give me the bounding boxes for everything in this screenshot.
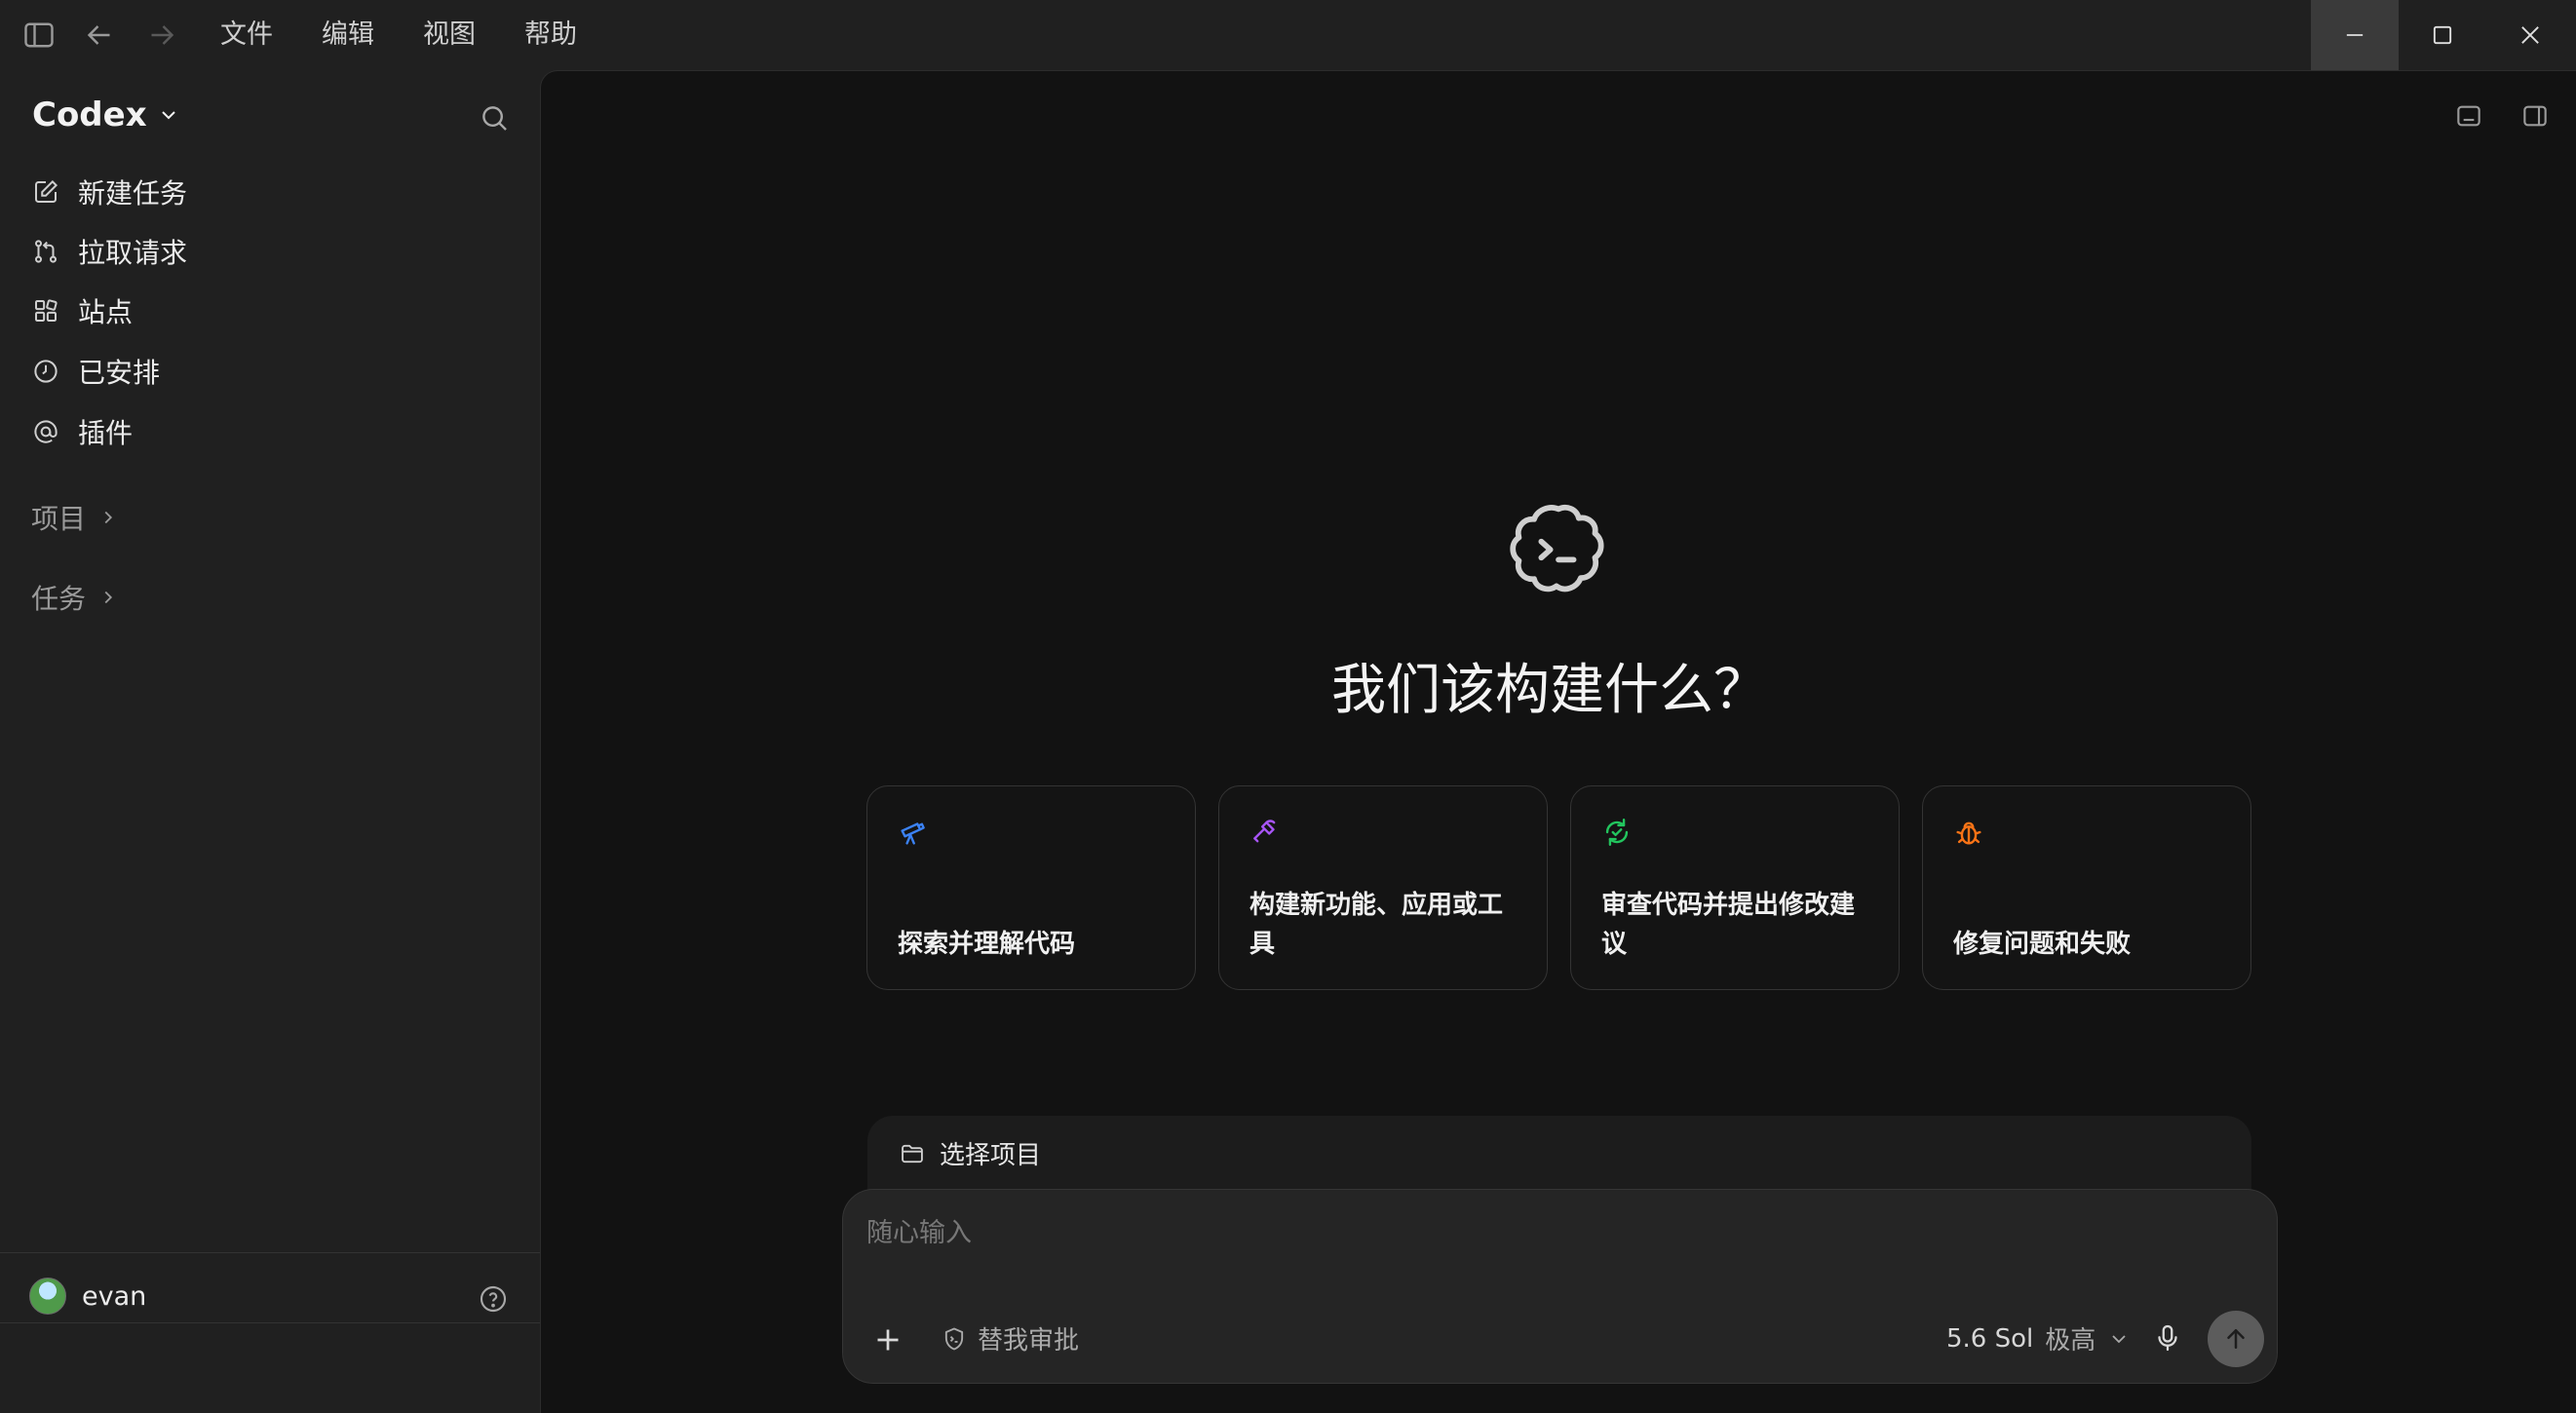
card-label: 构建新功能、应用或工具 bbox=[1250, 891, 1504, 959]
user-profile[interactable]: evan bbox=[29, 1278, 146, 1315]
sidebar-item-scheduled[interactable]: 已安排 bbox=[31, 348, 160, 395]
plus-icon bbox=[877, 1329, 899, 1351]
add-attachment-button[interactable] bbox=[870, 1322, 905, 1357]
hammer-icon bbox=[1249, 816, 1282, 849]
maximize-button[interactable] bbox=[2399, 0, 2486, 70]
menu-file[interactable]: 文件 bbox=[220, 17, 273, 54]
suggestion-card-build[interactable]: 构建新功能、应用或工具 bbox=[1218, 785, 1548, 990]
side-panel-toggle-icon[interactable] bbox=[2519, 100, 2551, 132]
codex-logo-icon bbox=[1507, 499, 1610, 600]
arrow-up-icon bbox=[2227, 1329, 2245, 1349]
section-tasks[interactable]: 任务 bbox=[31, 576, 119, 619]
menu-edit[interactable]: 编辑 bbox=[322, 17, 374, 54]
sidebar: Codex 新建任务 拉取请求 站点 已安排 插件 项目 任务 bbox=[0, 70, 540, 1413]
brand-name: Codex bbox=[32, 95, 147, 134]
minimize-icon bbox=[2346, 34, 2364, 36]
chevron-down-icon bbox=[2112, 1334, 2126, 1343]
send-button[interactable] bbox=[2208, 1311, 2264, 1367]
chevron-right-icon bbox=[104, 591, 113, 604]
menu-help[interactable]: 帮助 bbox=[524, 17, 577, 54]
forward-arrow-icon[interactable] bbox=[144, 18, 179, 53]
section-projects[interactable]: 项目 bbox=[31, 496, 119, 539]
suggestion-card-review[interactable]: 审查代码并提出修改建议 bbox=[1570, 785, 1900, 990]
model-name: 5.6 Sol bbox=[1946, 1323, 2034, 1354]
maximize-icon bbox=[2433, 25, 2452, 45]
chevron-right-icon bbox=[104, 511, 113, 524]
sidebar-item-label: 拉取请求 bbox=[78, 237, 188, 269]
edit-icon bbox=[35, 179, 58, 203]
project-selector-label: 选择项目 bbox=[940, 1141, 1042, 1170]
codex-app-window: 文件 编辑 视图 帮助 Codex 新建任务 拉取请求 站点 已安排 插件 项目… bbox=[0, 0, 2576, 1413]
page-title: 我们该构建什么？ bbox=[1331, 659, 1768, 722]
shield-terminal-icon bbox=[944, 1327, 964, 1350]
microphone-icon[interactable] bbox=[2151, 1321, 2184, 1355]
composer: 替我审批 5.6 Sol 极高 bbox=[842, 1189, 2278, 1384]
sidebar-item-new-task[interactable]: 新建任务 bbox=[31, 169, 187, 215]
sidebar-bottom-divider bbox=[0, 1252, 540, 1253]
suggestion-card-fix[interactable]: 修复问题和失败 bbox=[1922, 785, 2251, 990]
card-label: 审查代码并提出修改建议 bbox=[1601, 891, 1856, 959]
git-pull-request-icon bbox=[35, 240, 57, 263]
sites-grid-icon bbox=[35, 299, 58, 322]
workspace-switcher[interactable]: Codex bbox=[32, 95, 180, 134]
approval-mode-button[interactable]: 替我审批 bbox=[941, 1320, 1079, 1356]
close-button[interactable] bbox=[2486, 0, 2574, 70]
menu-view[interactable]: 视图 bbox=[423, 17, 476, 54]
sidebar-item-label: 站点 bbox=[78, 296, 134, 328]
folder-icon bbox=[902, 1144, 923, 1163]
suggestion-card-explore[interactable]: 探索并理解代码 bbox=[866, 785, 1196, 990]
sidebar-item-pull-requests[interactable]: 拉取请求 bbox=[31, 228, 187, 275]
terminal-panel-icon[interactable] bbox=[2453, 100, 2484, 132]
sidebar-item-plugins[interactable]: 插件 bbox=[31, 408, 133, 455]
minimize-button[interactable] bbox=[2311, 0, 2399, 70]
card-label: 修复问题和失败 bbox=[1953, 930, 2132, 959]
telescope-icon bbox=[897, 816, 930, 849]
sidebar-item-label: 插件 bbox=[78, 417, 134, 449]
close-icon bbox=[2521, 26, 2539, 44]
section-label: 项目 bbox=[31, 503, 87, 535]
model-selector[interactable]: 5.6 Sol 极高 bbox=[1946, 1320, 2131, 1356]
avatar bbox=[29, 1278, 66, 1315]
card-label: 探索并理解代码 bbox=[898, 930, 1076, 959]
at-sign-icon bbox=[34, 420, 58, 443]
sidebar-toggle-icon[interactable] bbox=[21, 18, 57, 53]
sidebar-item-label: 已安排 bbox=[78, 357, 161, 389]
search-icon[interactable] bbox=[478, 101, 511, 134]
title-bar: 文件 编辑 视图 帮助 bbox=[0, 0, 2576, 70]
chevron-down-icon bbox=[161, 111, 175, 120]
clock-icon bbox=[34, 360, 58, 383]
refresh-check-icon bbox=[1600, 816, 1634, 849]
project-selector-button[interactable]: 选择项目 bbox=[899, 1135, 1041, 1171]
reasoning-effort: 极高 bbox=[2045, 1326, 2096, 1356]
sidebar-item-label: 新建任务 bbox=[78, 177, 188, 210]
sidebar-divider bbox=[0, 1322, 540, 1323]
help-icon[interactable] bbox=[478, 1283, 509, 1315]
section-label: 任务 bbox=[31, 583, 87, 615]
sidebar-item-sites[interactable]: 站点 bbox=[31, 287, 133, 334]
back-arrow-icon[interactable] bbox=[82, 18, 117, 53]
user-name: evan bbox=[82, 1280, 147, 1312]
prompt-input[interactable] bbox=[866, 1211, 2231, 1254]
bug-icon bbox=[1952, 816, 1985, 849]
approval-mode-label: 替我审批 bbox=[978, 1326, 1080, 1356]
